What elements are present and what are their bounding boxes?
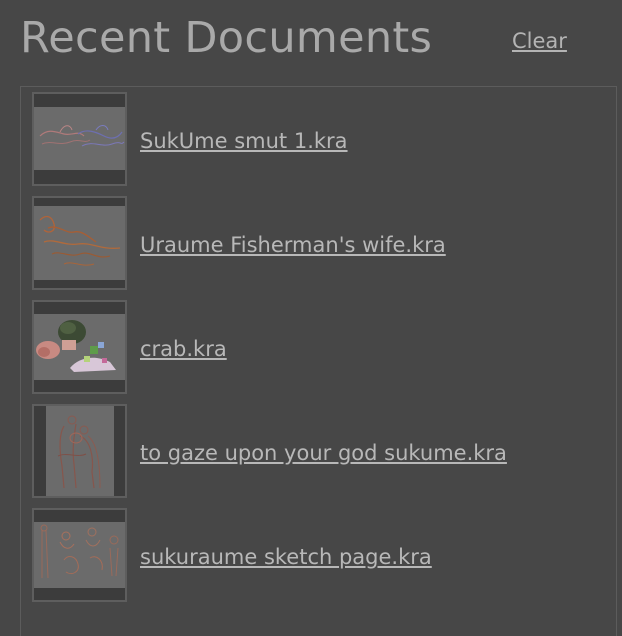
sketch-thumbnail-icon xyxy=(34,406,125,496)
sketch-thumbnail-icon xyxy=(34,510,125,600)
document-name-link[interactable]: crab.kra xyxy=(140,336,227,362)
document-thumbnail[interactable] xyxy=(32,404,127,498)
document-name-link[interactable]: SukUme smut 1.kra xyxy=(140,128,348,154)
page-title: Recent Documents xyxy=(20,13,433,63)
recent-documents-list: SukUme smut 1.kra Uraume Fisherman's wif… xyxy=(20,86,617,636)
document-item[interactable]: Uraume Fisherman's wife.kra xyxy=(32,196,592,292)
document-name-link[interactable]: to gaze upon your god sukume.kra xyxy=(140,440,507,466)
document-item[interactable]: to gaze upon your god sukume.kra xyxy=(32,404,592,500)
document-item[interactable]: sukuraume sketch page.kra xyxy=(32,508,592,604)
document-name-link[interactable]: sukuraume sketch page.kra xyxy=(140,544,432,570)
document-item[interactable]: SukUme smut 1.kra xyxy=(32,92,592,188)
document-thumbnail[interactable] xyxy=(32,196,127,290)
clear-button[interactable]: Clear xyxy=(512,28,567,54)
document-thumbnail[interactable] xyxy=(32,508,127,602)
recent-documents-panel: Recent Documents Clear SukUme smut 1.kra xyxy=(0,0,622,636)
sketch-thumbnail-icon xyxy=(34,94,125,184)
sketch-thumbnail-icon xyxy=(34,198,125,288)
painting-thumbnail-icon xyxy=(34,302,125,392)
document-thumbnail[interactable] xyxy=(32,300,127,394)
document-item[interactable]: crab.kra xyxy=(32,300,592,396)
document-thumbnail[interactable] xyxy=(32,92,127,186)
document-name-link[interactable]: Uraume Fisherman's wife.kra xyxy=(140,232,446,258)
